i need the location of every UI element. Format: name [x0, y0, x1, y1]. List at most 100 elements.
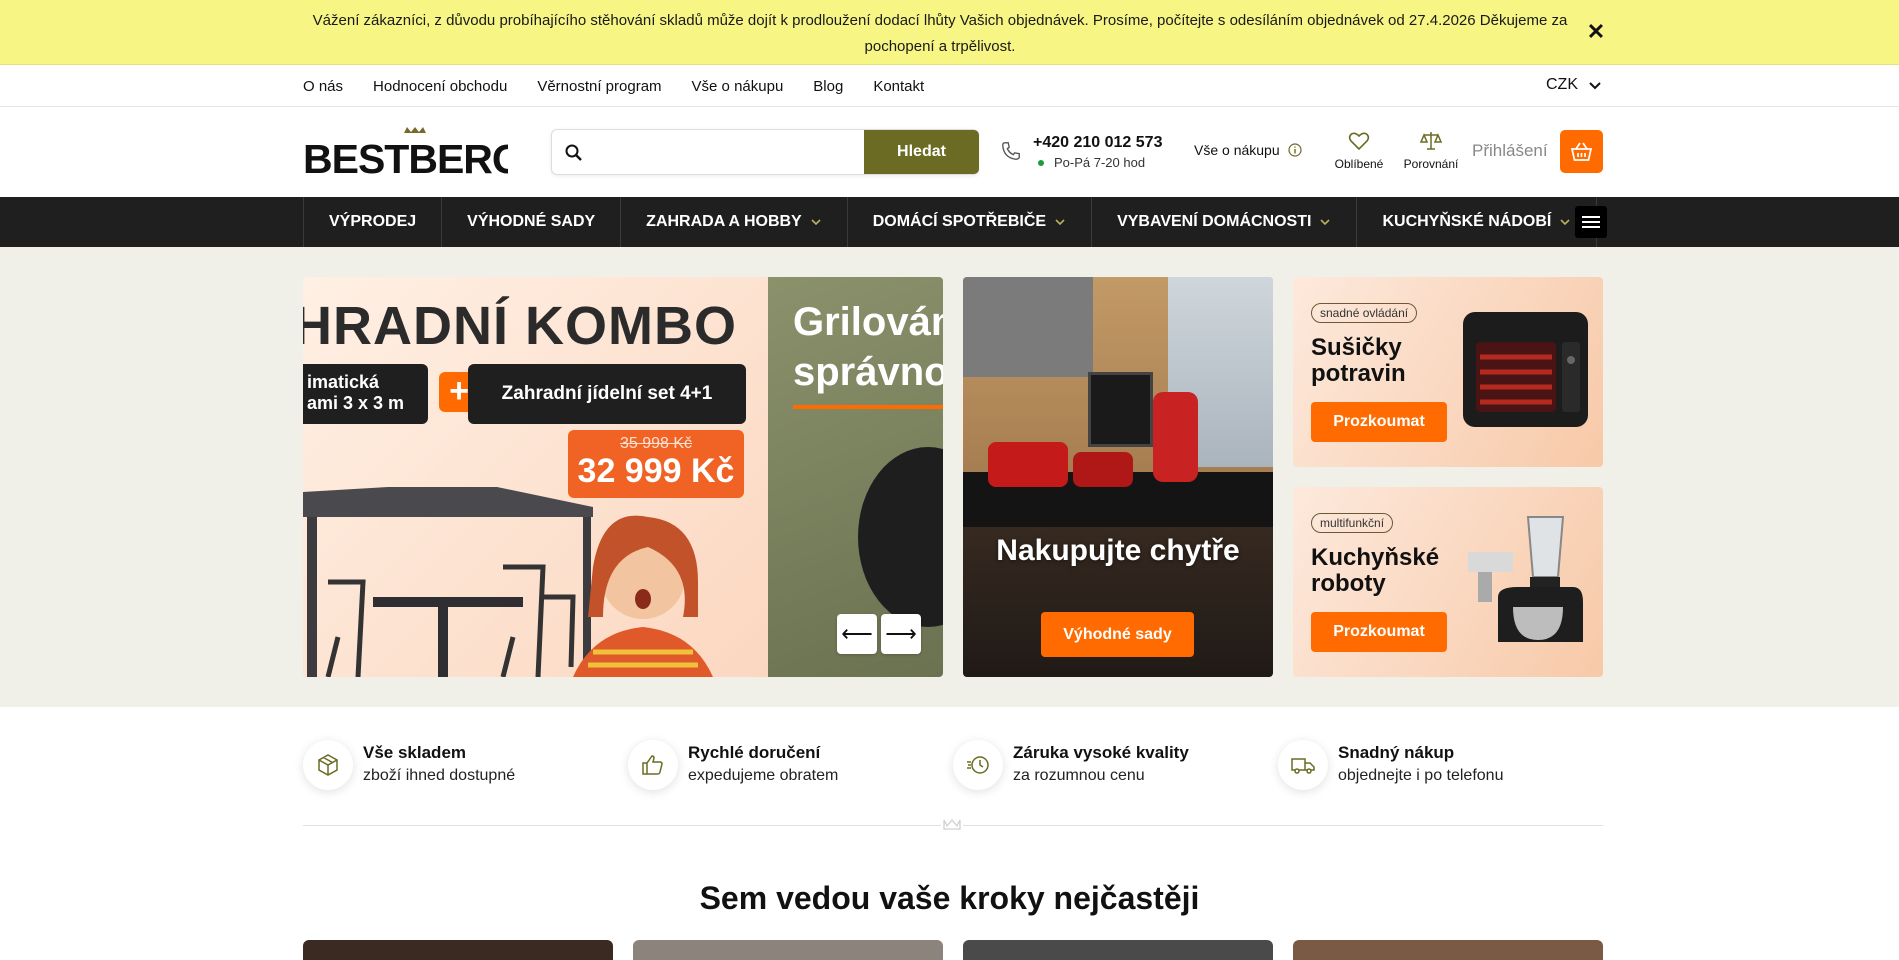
toplink-contact[interactable]: Kontakt: [873, 78, 924, 95]
hero-section: HRADNÍ KOMBO imatická ami 3 x 3 m + Zahr…: [0, 247, 1899, 707]
promo-kitchen-robots[interactable]: multifunkční Kuchyňské roboty Prozkoumat: [1293, 487, 1603, 677]
slider-prev-button[interactable]: ⟵: [837, 614, 877, 654]
info-icon: [1288, 143, 1302, 157]
hamburger-menu-icon[interactable]: [1575, 206, 1607, 238]
slide2-underline: [793, 405, 943, 409]
value-sets-button[interactable]: Výhodné sady: [1041, 612, 1194, 657]
main-navigation: VÝPRODEJ VÝHODNÉ SADY ZAHRADA A HOBBY DO…: [0, 197, 1899, 247]
svg-text:BESTBERG: BESTBERG: [303, 136, 508, 177]
nav-label: VYBAVENÍ DOMÁCNOSTI: [1117, 213, 1312, 230]
feature-subtitle: za rozumnou cenu: [1013, 767, 1145, 784]
section-title: Sem vedou vaše kroky nejčastěji: [699, 880, 1200, 916]
toplink-reviews[interactable]: Hodnocení obchodu: [373, 78, 507, 95]
hero-slider[interactable]: HRADNÍ KOMBO imatická ami 3 x 3 m + Zahr…: [303, 277, 943, 677]
category-card[interactable]: [963, 940, 1273, 960]
red-pan-image: [1073, 452, 1133, 487]
cart-button[interactable]: [1560, 130, 1603, 173]
slide-chip-pergola: imatická ami 3 x 3 m: [303, 364, 428, 424]
nav-label: DOMÁCÍ SPOTŘEBIČE: [872, 213, 1047, 230]
chevron-down-icon: [1560, 219, 1570, 226]
feature-quality: Záruka vysoké kvality za rozumnou cenu: [953, 740, 1253, 800]
promo-food-dryers[interactable]: snadné ovládání Sušičky potravin Prozkou…: [1293, 277, 1603, 467]
feature-in-stock: Vše skladem zboží ihned dostupné: [303, 740, 603, 800]
feature-icon-wrap: [303, 740, 353, 790]
red-pot-image: [988, 442, 1068, 487]
grill-image: [858, 447, 943, 627]
heart-icon: [1348, 132, 1370, 151]
phone-hours: Po-Pá 7-20 hod: [1054, 155, 1146, 170]
chevron-down-icon: [1589, 82, 1601, 90]
nav-label: VÝHODNÉ SADY: [467, 213, 596, 230]
nav-item-cookware[interactable]: KUCHYŇSKÉ NÁDOBÍ: [1356, 197, 1598, 247]
toplink-about[interactable]: O nás: [303, 78, 343, 95]
phone-number[interactable]: +420 210 012 573: [1033, 134, 1162, 152]
close-icon[interactable]: ✕: [1584, 20, 1608, 44]
kitchen-banner-title: Nakupujte chytře: [996, 534, 1240, 567]
nav-label: KUCHYŇSKÉ NÁDOBÍ: [1382, 213, 1552, 230]
compare-button[interactable]: Porovnání: [1400, 129, 1462, 171]
thumbs-up-icon: [642, 755, 663, 775]
feature-icon-wrap: [1278, 740, 1328, 790]
box-icon: [318, 754, 338, 776]
online-status-dot: [1038, 160, 1044, 166]
category-card[interactable]: [633, 940, 943, 960]
top-links-bar: O nás Hodnocení obchodu Věrnostní progra…: [0, 65, 1899, 107]
all-about-buying-label: Vše o nákupu: [1194, 142, 1280, 158]
kitchen-banner[interactable]: Nakupujte chytře Výhodné sady: [963, 277, 1273, 677]
kitchen-cabinets: [963, 277, 1093, 377]
new-price: 32 999 Kč: [577, 452, 735, 490]
feature-subtitle: objednejte i po telefonu: [1338, 767, 1504, 784]
notice-bar: Vážení zákazníci, z důvodu probíhajícího…: [0, 0, 1899, 65]
category-card[interactable]: [1293, 940, 1603, 960]
category-card[interactable]: [303, 940, 613, 960]
nav-label: VÝPRODEJ: [329, 213, 417, 230]
truck-icon: [1291, 758, 1315, 774]
feature-fast-delivery: Rychlé doručení expedujeme obratem: [628, 740, 928, 800]
promo-tag: snadné ovládání: [1311, 303, 1418, 323]
search-button[interactable]: Hledat: [864, 130, 979, 174]
slider-next-button[interactable]: ⟶: [881, 614, 921, 654]
favorites-button[interactable]: Oblíbené: [1330, 129, 1388, 171]
nav-label: ZAHRADA A HOBBY: [646, 213, 802, 230]
red-mixer-image: [1153, 392, 1198, 482]
all-about-buying-link[interactable]: Vše o nákupu: [1194, 142, 1302, 158]
search-box: Hledat: [551, 129, 979, 175]
chevron-down-icon: [811, 219, 821, 226]
currency-selector[interactable]: CZK: [1546, 76, 1602, 94]
feature-title: Vše skladem: [363, 743, 467, 762]
currency-label: CZK: [1546, 76, 1578, 93]
old-price: 35 998 Kč: [619, 435, 693, 452]
feature-subtitle: expedujeme obratem: [688, 767, 839, 784]
kitchen-robot-image: [1468, 516, 1583, 642]
nav-item-appliances[interactable]: DOMÁCÍ SPOTŘEBIČE: [846, 197, 1091, 247]
nav-item-sets[interactable]: VÝHODNÉ SADY: [441, 197, 620, 247]
explore-button[interactable]: Prozkoumat: [1311, 402, 1447, 442]
nav-item-sale[interactable]: VÝPRODEJ: [303, 197, 441, 247]
feature-title: Záruka vysoké kvality: [1013, 743, 1189, 762]
search-input[interactable]: [594, 138, 854, 166]
site-header: BESTBERG Hledat +420 210 012 573 Po-Pá 7…: [0, 107, 1899, 197]
slide-garden-combo[interactable]: HRADNÍ KOMBO imatická ami 3 x 3 m + Zahr…: [303, 277, 768, 677]
scales-icon: [1419, 132, 1443, 150]
feature-easy-purchase: Snadný nákup objednejte i po telefonu: [1278, 740, 1578, 800]
features-bar: Vše skladem zboží ihned dostupné Rychlé …: [303, 732, 1603, 827]
explore-button[interactable]: Prozkoumat: [1311, 612, 1447, 652]
promo-title: Kuchyňské roboty: [1311, 544, 1440, 597]
chevron-down-icon: [1055, 219, 1065, 226]
nav-item-household[interactable]: VYBAVENÍ DOMÁCNOSTI: [1091, 197, 1356, 247]
chevron-down-icon: [1320, 219, 1331, 226]
toplink-loyalty[interactable]: Věrnostní program: [537, 78, 661, 95]
basket-icon: [1570, 142, 1593, 161]
bestberg-logo[interactable]: BESTBERG: [303, 127, 508, 177]
phone-icon: [1002, 142, 1020, 160]
feature-icon-wrap: [953, 740, 1003, 790]
fast-clock-icon: [967, 756, 989, 774]
toplink-blog[interactable]: Blog: [813, 78, 843, 95]
promo-title: Sušičky potravin: [1311, 334, 1406, 387]
slide2-title: Grilován správno: [793, 300, 943, 394]
feature-subtitle: zboží ihned dostupné: [363, 767, 516, 784]
feature-title: Rychlé doručení: [688, 743, 821, 762]
login-link[interactable]: Přihlášení: [1472, 141, 1548, 161]
nav-item-garden[interactable]: ZAHRADA A HOBBY: [620, 197, 847, 247]
toplink-buying[interactable]: Vše o nákupu: [692, 78, 784, 95]
